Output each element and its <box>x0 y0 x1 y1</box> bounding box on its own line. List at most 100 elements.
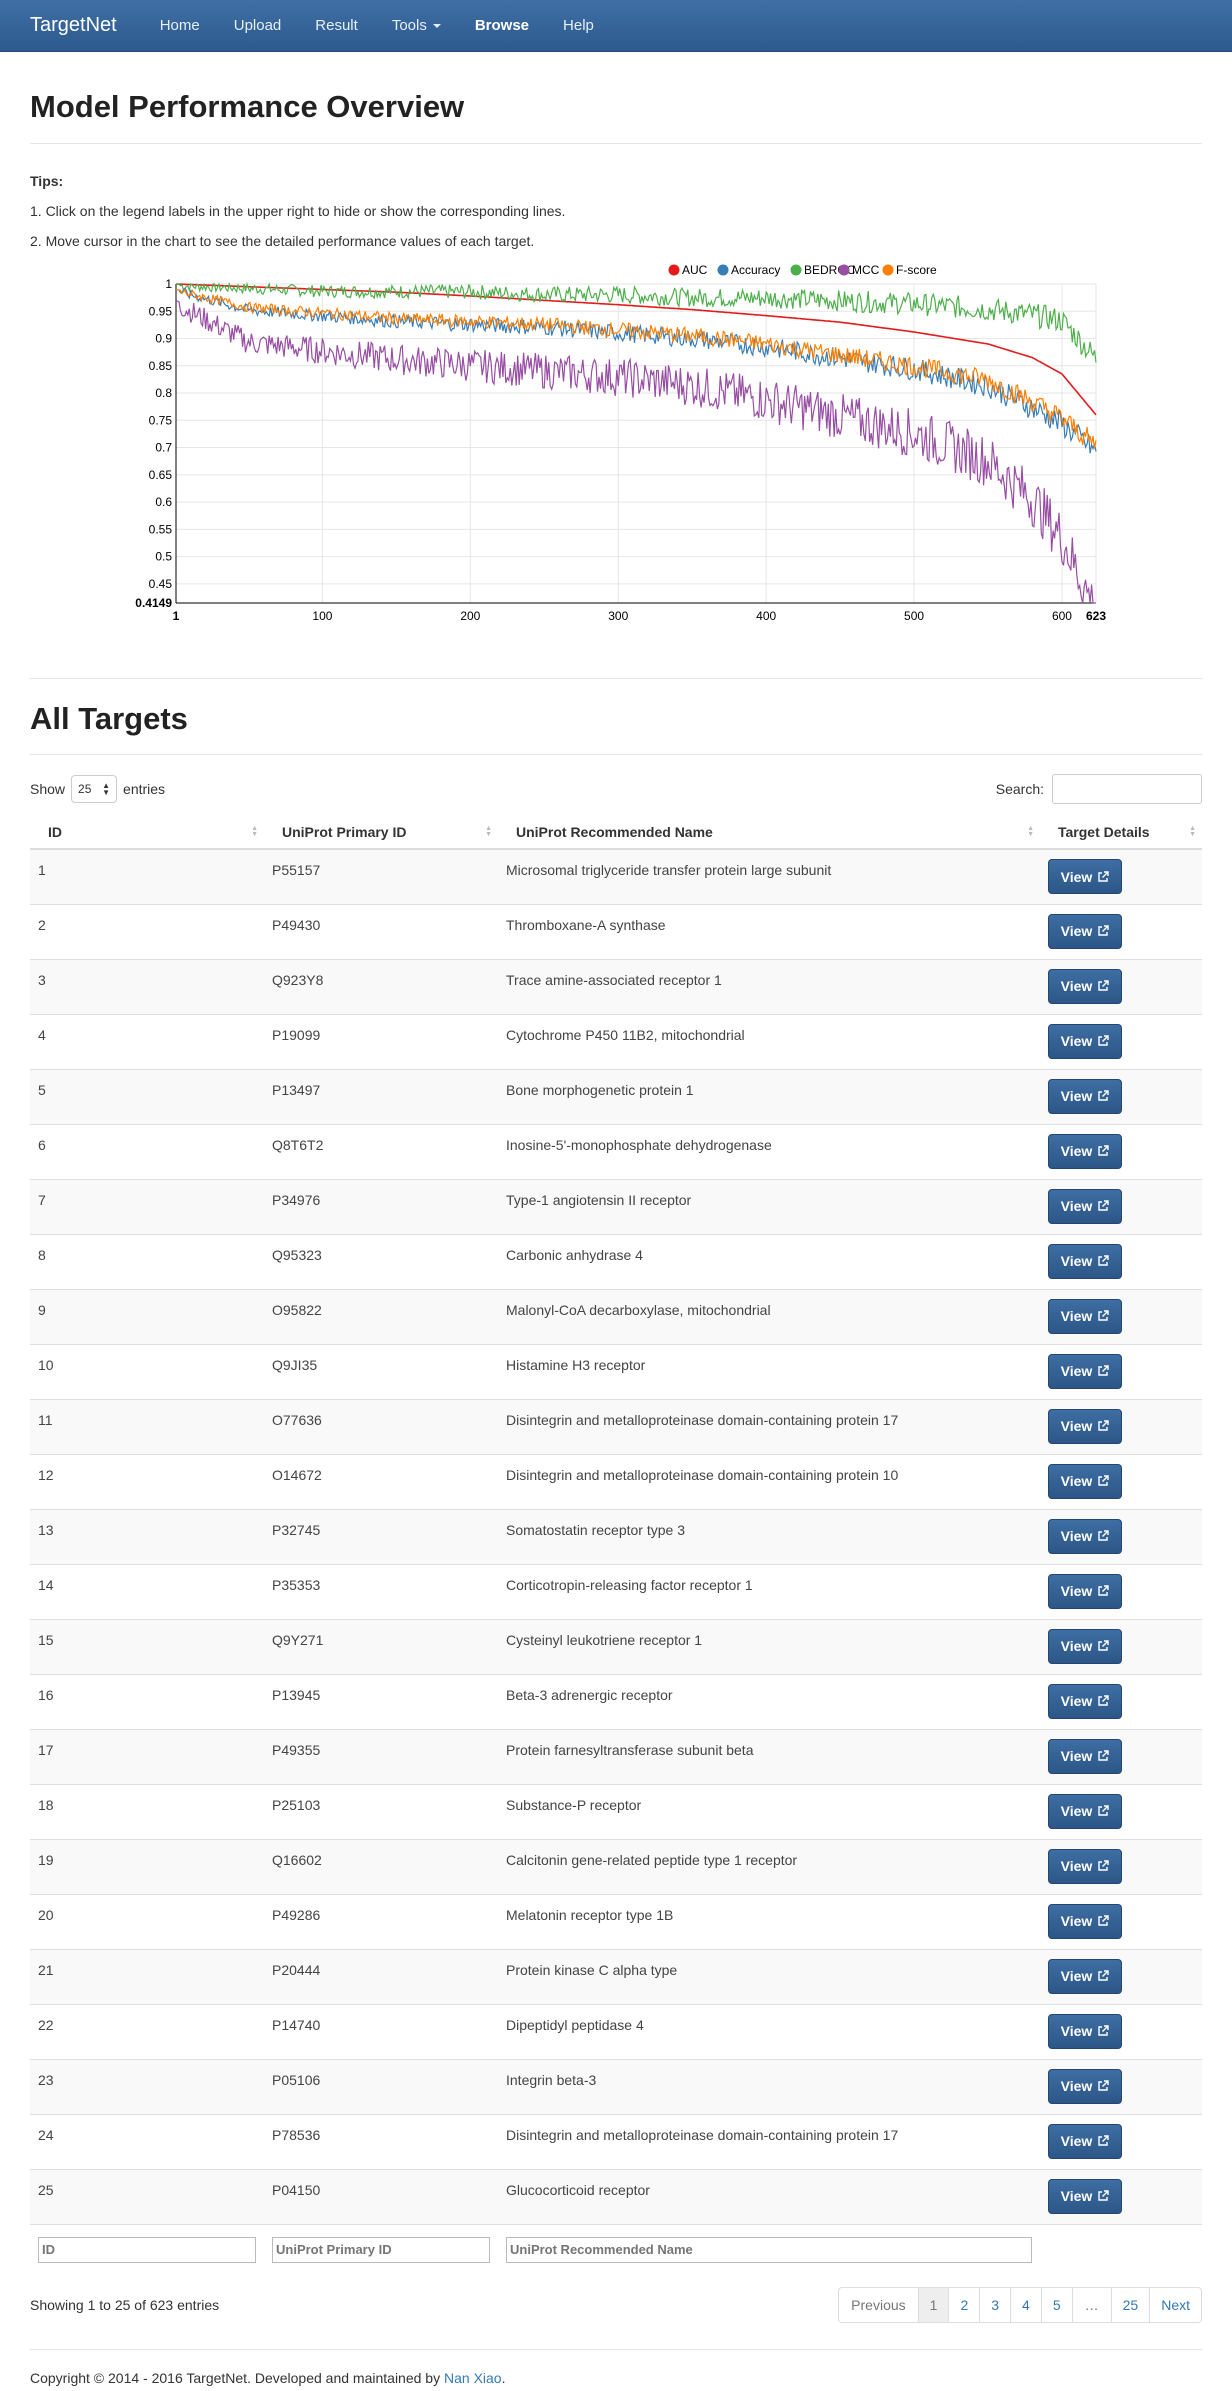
view-button[interactable]: View <box>1048 1078 1122 1114</box>
view-button[interactable]: View <box>1048 1793 1122 1829</box>
external-link-icon <box>1098 870 1110 882</box>
pagination-page[interactable]: 2 <box>948 2288 979 2322</box>
pagination-ellipsis: … <box>1071 2288 1111 2322</box>
tips-block: Tips: 1. Click on the legend labels in t… <box>30 166 1202 256</box>
filter-id-input[interactable] <box>38 2236 256 2263</box>
view-button[interactable]: View <box>1048 1188 1122 1224</box>
table-body: 1 P55157 Microsomal triglyceride transfer … <box>30 848 1202 2224</box>
row-recommended-name: Substance-P receptor <box>498 1783 1040 1839</box>
author-link[interactable]: Nan Xiao <box>444 2370 502 2386</box>
row-recommended-name: Cysteinyl leukotriene receptor 1 <box>498 1618 1040 1674</box>
caret-down-icon <box>432 23 441 28</box>
view-button[interactable]: View <box>1048 968 1122 1004</box>
external-link-icon <box>1098 1035 1110 1046</box>
legend-item[interactable]: Accuracy <box>717 263 781 277</box>
view-button[interactable]: View <box>1048 1243 1122 1279</box>
performance-chart[interactable]: 0.4149 0.45 0.5 0.55 0.6 0.65 0.7 0.75 0.8 0.85 0.… <box>30 260 1202 640</box>
table-row: 23 P05106 Integrin beta-3 View <box>30 2058 1202 2114</box>
pagination-page[interactable]: 1 <box>917 2288 949 2322</box>
view-button[interactable]: View <box>1048 2013 1122 2049</box>
nav-home[interactable]: Home <box>160 17 200 34</box>
view-button[interactable]: View <box>1048 1958 1122 1994</box>
x-tick-label: 600 <box>1052 609 1072 623</box>
row-primary-id: O95822 <box>264 1288 498 1344</box>
view-button[interactable]: View <box>1048 1298 1122 1334</box>
row-recommended-name: Bone morphogenetic protein 1 <box>498 1068 1040 1124</box>
pagination-page[interactable]: 4 <box>1010 2288 1041 2322</box>
row-action: View <box>1040 1783 1202 1839</box>
table-row: 22 P14740 Dipeptidyl peptidase 4 View <box>30 2003 1202 2059</box>
legend-swatch <box>717 264 729 276</box>
row-primary-id: Q9Y271 <box>264 1618 498 1674</box>
row-recommended-name: Dipeptidyl peptidase 4 <box>498 2003 1040 2059</box>
view-button[interactable]: View <box>1048 1848 1122 1884</box>
row-action: View <box>1040 2003 1202 2059</box>
length-control: Show 25 ▲ ▼ entries <box>30 775 165 803</box>
row-primary-id: Q16602 <box>264 1838 498 1894</box>
view-button[interactable]: View <box>1048 1628 1122 1664</box>
view-button[interactable]: View <box>1048 2068 1122 2104</box>
view-button[interactable]: View <box>1048 1133 1122 1169</box>
nav-help[interactable]: Help <box>563 17 594 34</box>
view-button[interactable]: View <box>1048 913 1122 949</box>
legend-item[interactable]: MCC <box>838 263 880 277</box>
row-recommended-name: Malonyl-CoA decarboxylase, mitochondrial <box>498 1288 1040 1344</box>
nav-upload[interactable]: Upload <box>234 17 282 34</box>
filter-primary-id-input[interactable] <box>272 2236 490 2263</box>
nav-tools[interactable]: Tools <box>392 17 441 34</box>
view-button[interactable]: View <box>1048 1408 1122 1444</box>
view-button[interactable]: View <box>1048 1903 1122 1939</box>
row-primary-id: P04150 <box>264 2168 498 2224</box>
chart-svg[interactable]: 0.4149 0.45 0.5 0.55 0.6 0.65 0.7 0.75 0.8 0.85 0.… <box>30 260 1202 640</box>
table-row: 25 P04150 Glucocorticoid receptor View <box>30 2168 1202 2224</box>
pagination-page[interactable]: 25 <box>1110 2288 1150 2322</box>
row-id: 5 <box>30 1068 264 1124</box>
table-row: 2 P49430 Thromboxane-A synthase View <box>30 903 1202 959</box>
entries-value: 25 <box>78 782 92 796</box>
col-target-details[interactable]: Target Details ▲ ▼ <box>1040 815 1202 850</box>
external-link-icon <box>1098 2025 1110 2036</box>
view-button[interactable]: View <box>1048 859 1122 894</box>
series-line-bedroc <box>175 281 1097 363</box>
brand-link[interactable]: TargetNet <box>30 14 117 37</box>
y-tick-label: 1 <box>165 277 172 291</box>
view-button[interactable]: View <box>1048 1573 1122 1609</box>
tips-heading: Tips: <box>30 173 64 189</box>
nav-browse[interactable]: Browse <box>475 17 529 34</box>
row-id: 18 <box>30 1783 264 1839</box>
view-button[interactable]: View <box>1048 1353 1122 1389</box>
view-label: View <box>1060 1583 1093 1599</box>
view-button[interactable]: View <box>1048 1463 1122 1499</box>
entries-select[interactable]: 25 ▲ ▼ <box>71 775 118 803</box>
col-recommended-name[interactable]: UniProt Recommended Name ▲ ▼ <box>498 815 1040 850</box>
view-button[interactable]: View <box>1048 2178 1122 2214</box>
view-button[interactable]: View <box>1048 1683 1122 1719</box>
view-button[interactable]: View <box>1048 2123 1122 2159</box>
row-id: 15 <box>30 1618 264 1674</box>
view-button[interactable]: View <box>1048 1738 1122 1774</box>
row-action: View <box>1040 1013 1202 1069</box>
row-primary-id: Q9JI35 <box>264 1343 498 1399</box>
pagination-page[interactable]: 3 <box>979 2288 1010 2322</box>
row-primary-id: P78536 <box>264 2113 498 2169</box>
table-info-row: Showing 1 to 25 of 623 entries Previous 1… <box>30 2287 1202 2323</box>
filter-name-input[interactable] <box>506 2236 1032 2263</box>
row-id: 1 <box>30 848 264 904</box>
pagination-page[interactable]: 5 <box>1040 2288 1072 2322</box>
view-button[interactable]: View <box>1048 1518 1122 1554</box>
col-primary-id[interactable]: UniProt Primary ID ▲ ▼ <box>264 815 498 850</box>
row-id: 2 <box>30 903 264 959</box>
y-tick-label: 0.85 <box>149 359 173 373</box>
row-action: View <box>1040 1673 1202 1729</box>
search-label: Search: <box>995 781 1044 797</box>
nav-result[interactable]: Result <box>315 17 358 34</box>
legend-item[interactable]: F-score <box>882 263 937 277</box>
legend-item[interactable]: AUC <box>668 263 708 277</box>
search-input[interactable] <box>1052 774 1202 804</box>
col-id[interactable]: ID ▲ ▼ <box>30 815 264 850</box>
pagination-next[interactable]: Next <box>1149 2288 1201 2322</box>
page-title: Model Performance Overview <box>30 52 1202 144</box>
view-button[interactable]: View <box>1048 1023 1122 1059</box>
row-primary-id: P55157 <box>264 848 498 904</box>
view-label: View <box>1060 978 1093 994</box>
